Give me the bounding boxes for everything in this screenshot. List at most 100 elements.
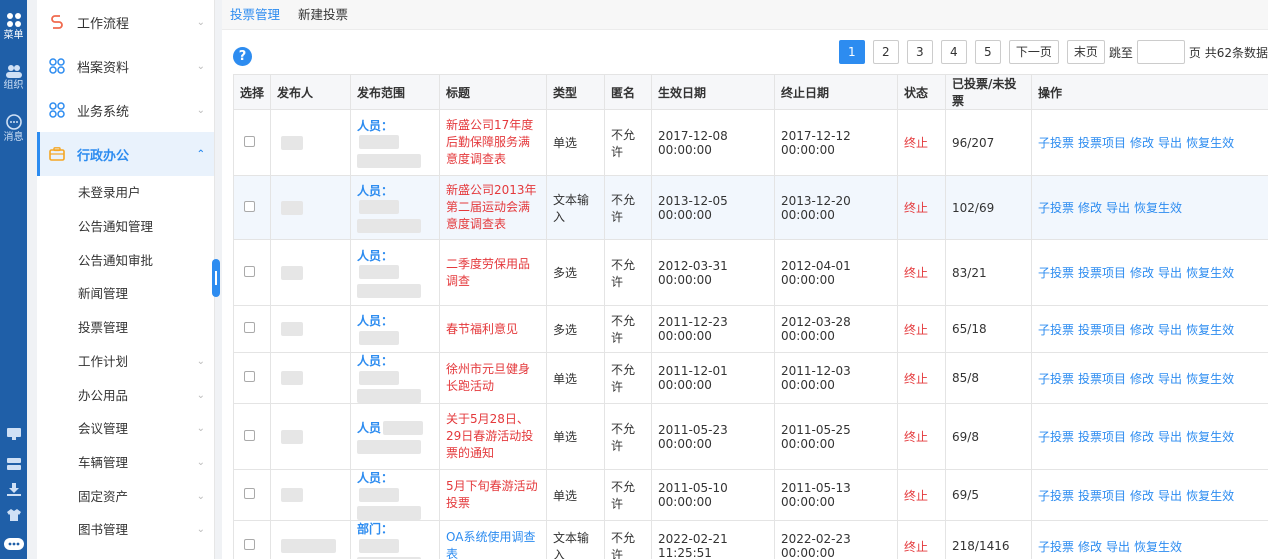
sub-item-unlogged-users[interactable]: 未登录用户	[37, 176, 214, 210]
action-link[interactable]: 投票项目	[1078, 136, 1126, 150]
action-link[interactable]: 子投票	[1038, 201, 1074, 215]
sub-item-library[interactable]: 图书管理 ⌄	[37, 513, 214, 547]
vote-title-link[interactable]: 5月下旬春游活动投票	[446, 479, 538, 510]
rail-more[interactable]	[0, 538, 27, 550]
table-row[interactable]: 部门： OA系统使用调查表 文本输入 不允许 2022-02-21 11:25:51 20…	[233, 520, 1268, 559]
action-link[interactable]: 修改	[1130, 372, 1154, 386]
action-link[interactable]: 导出	[1106, 540, 1130, 554]
sub-item-news[interactable]: 新闻管理	[37, 277, 214, 311]
action-link[interactable]: 导出	[1158, 372, 1182, 386]
action-link[interactable]: 恢复生效	[1186, 372, 1234, 386]
sub-item-office-supplies[interactable]: 办公用品 ⌄	[37, 379, 214, 413]
vote-title-link[interactable]: 徐州市元旦健身长跑活动	[446, 362, 530, 393]
rail-menu[interactable]: 菜单	[0, 12, 27, 41]
action-link[interactable]: 导出	[1158, 489, 1182, 503]
row-checkbox[interactable]	[244, 429, 255, 441]
column-header: 类型	[546, 74, 605, 110]
vote-title-link[interactable]: 新盛公司2013年第二届运动会满意度调查表	[446, 183, 537, 231]
action-link[interactable]: 子投票	[1038, 266, 1074, 280]
action-link[interactable]: 修改	[1130, 489, 1154, 503]
table-row[interactable]: 人员 关于5月28日、29日春游活动投票的通知 单选 不允许 2011-05-23 00…	[233, 403, 1268, 470]
sub-item-fixed-assets[interactable]: 固定资产 ⌄	[37, 480, 214, 514]
jump-page-input[interactable]	[1136, 40, 1185, 64]
tab-new-vote[interactable]: 新建投票	[298, 7, 348, 22]
page-button-5[interactable]: 5	[974, 40, 1001, 64]
rail-server[interactable]	[0, 458, 27, 470]
page-button-3[interactable]: 3	[906, 40, 933, 64]
action-link[interactable]: 恢复生效	[1134, 540, 1182, 554]
table-row[interactable]: 人员： 5月下旬春游活动投票 单选 不允许 2011-05-10 00:00:00 201…	[233, 469, 1268, 521]
action-link[interactable]: 恢复生效	[1186, 430, 1234, 444]
row-checkbox[interactable]	[244, 135, 255, 147]
action-link[interactable]: 子投票	[1038, 372, 1074, 386]
action-link[interactable]: 修改	[1078, 540, 1102, 554]
action-link[interactable]: 导出	[1106, 201, 1130, 215]
sub-item-meeting[interactable]: 会议管理 ⌄	[37, 412, 214, 446]
vote-title-link[interactable]: 关于5月28日、29日春游活动投票的通知	[446, 412, 533, 460]
page-button-4[interactable]: 4	[940, 40, 967, 64]
rail-org[interactable]: 组织	[0, 64, 27, 91]
action-link[interactable]: 恢复生效	[1186, 136, 1234, 150]
sub-item-notice-approve[interactable]: 公告通知审批	[37, 244, 214, 278]
row-checkbox[interactable]	[244, 265, 255, 277]
action-link[interactable]: 子投票	[1038, 323, 1074, 337]
menu-workflow[interactable]: 工作流程 ⌄	[37, 0, 214, 44]
menu-business[interactable]: 业务系统 ⌄	[37, 88, 214, 132]
action-link[interactable]: 子投票	[1038, 540, 1074, 554]
sub-item-work-plan[interactable]: 工作计划 ⌄	[37, 345, 214, 379]
rail-message[interactable]: 消息	[0, 114, 27, 143]
page-button-2[interactable]: 2	[872, 40, 899, 64]
row-checkbox[interactable]	[244, 322, 255, 333]
vote-title-link[interactable]: 春节福利意见	[446, 322, 518, 336]
action-link[interactable]: 子投票	[1038, 430, 1074, 444]
table-row[interactable]: 人员： 新盛公司2013年第二届运动会满意度调查表 文本输入 不允许 2013-12-0…	[233, 175, 1268, 240]
rail-monitor[interactable]	[0, 428, 27, 440]
archive-icon	[49, 58, 65, 74]
action-link[interactable]: 恢复生效	[1134, 201, 1182, 215]
vote-title-link[interactable]: OA系统使用调查表	[446, 530, 535, 559]
action-link[interactable]: 子投票	[1038, 489, 1074, 503]
table-row[interactable]: 人员： 春节福利意见 多选 不允许 2011-12-23 00:00:00 2012-03…	[233, 305, 1268, 353]
action-link[interactable]: 导出	[1158, 266, 1182, 280]
last-page-button[interactable]: 末页	[1066, 40, 1105, 64]
sub-item-notice-manage[interactable]: 公告通知管理	[37, 210, 214, 244]
vote-title-link[interactable]: 新盛公司17年度后勤保障服务满意度调查表	[446, 118, 533, 166]
table-row[interactable]: 人员： 二季度劳保用品调查 多选 不允许 2012-03-31 00:00:00 2012…	[233, 239, 1268, 306]
action-link[interactable]: 导出	[1158, 323, 1182, 337]
vote-title-link[interactable]: 二季度劳保用品调查	[446, 257, 530, 288]
next-page-button[interactable]: 下一页	[1008, 40, 1059, 64]
table-row[interactable]: 人员： 徐州市元旦健身长跑活动 单选 不允许 2011-12-01 00:00:00 20…	[233, 352, 1268, 404]
action-link[interactable]: 修改	[1130, 136, 1154, 150]
rail-download[interactable]	[0, 483, 27, 496]
action-link[interactable]: 投票项目	[1078, 430, 1126, 444]
action-link[interactable]: 恢复生效	[1186, 489, 1234, 503]
action-link[interactable]: 修改	[1130, 430, 1154, 444]
action-link[interactable]: 修改	[1078, 201, 1102, 215]
sub-item-vote[interactable]: 投票管理	[37, 311, 214, 345]
menu-archive[interactable]: 档案资料 ⌄	[37, 44, 214, 88]
sidebar-collapse-handle[interactable]	[212, 259, 220, 297]
action-link[interactable]: 修改	[1130, 323, 1154, 337]
rail-shirt[interactable]	[0, 509, 27, 521]
sub-item-vehicle[interactable]: 车辆管理 ⌄	[37, 446, 214, 480]
menu-admin-office[interactable]: 行政办公 ⌃	[37, 132, 214, 176]
row-checkbox[interactable]	[244, 371, 255, 382]
row-checkbox[interactable]	[244, 539, 255, 550]
action-link[interactable]: 修改	[1130, 266, 1154, 280]
row-checkbox[interactable]	[244, 488, 255, 499]
row-checkbox[interactable]	[244, 200, 255, 212]
help-icon[interactable]: ?	[233, 47, 252, 66]
page-button-1[interactable]: 1	[838, 40, 865, 64]
action-link[interactable]: 导出	[1158, 136, 1182, 150]
action-link[interactable]: 投票项目	[1078, 266, 1126, 280]
title-cell: 新盛公司2013年第二届运动会满意度调查表	[439, 175, 547, 240]
table-row[interactable]: 人员： 新盛公司17年度后勤保障服务满意度调查表 单选 不允许 2017-12-08 0…	[233, 109, 1268, 176]
action-link[interactable]: 导出	[1158, 430, 1182, 444]
action-link[interactable]: 投票项目	[1078, 372, 1126, 386]
tab-vote-manage[interactable]: 投票管理	[230, 7, 280, 22]
action-link[interactable]: 子投票	[1038, 136, 1074, 150]
action-link[interactable]: 投票项目	[1078, 323, 1126, 337]
action-link[interactable]: 恢复生效	[1186, 266, 1234, 280]
action-link[interactable]: 恢复生效	[1186, 323, 1234, 337]
action-link[interactable]: 投票项目	[1078, 489, 1126, 503]
